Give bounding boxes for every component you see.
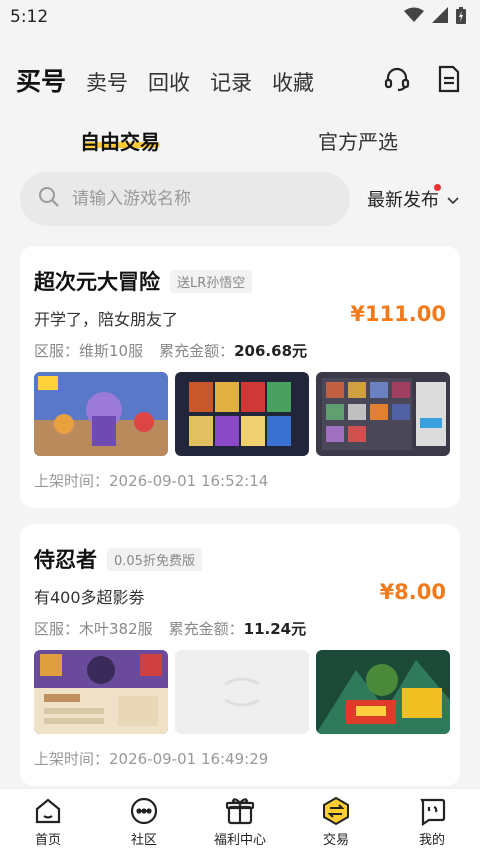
recharge-info: 累充金额：206.68元 (159, 340, 307, 361)
recharge-value: 11.24元 (243, 620, 307, 638)
status-icons (404, 6, 466, 28)
headset-icon[interactable] (382, 64, 412, 94)
status-bar: 5:12 (0, 0, 480, 34)
battery-icon (456, 6, 466, 28)
nav-welfare[interactable]: 福利中心 (192, 789, 288, 853)
listing-time: 上架时间：2026-09-01 16:49:29 (34, 750, 269, 768)
listing-tag: 0.05折免费版 (107, 547, 202, 571)
nav-label: 社区 (130, 832, 157, 848)
listing-title: 超次元大冒险 (34, 270, 160, 294)
nav-label: 福利中心 (213, 832, 266, 848)
card-title-row: 超次元大冒险 送LR孙悟空 (34, 266, 253, 296)
listing-description: 开学了，陪女朋友了 (34, 310, 179, 329)
gift-icon (224, 795, 256, 827)
tab-favorites[interactable]: 收藏 (272, 67, 314, 97)
nav-label: 首页 (34, 832, 61, 848)
listing-meta: 区服：木叶382服 累充金额：11.24元 (34, 618, 306, 639)
top-tabs: 买号 卖号 回收 记录 收藏 (16, 62, 314, 98)
trade-icon (320, 795, 352, 827)
header-actions (382, 64, 464, 94)
card-title-row: 侍忍者 0.05折免费版 (34, 544, 202, 574)
nav-label: 交易 (322, 832, 349, 848)
listing-price: ¥8.00 (379, 580, 446, 604)
screenshot-thumbnail[interactable] (316, 650, 450, 734)
listing-card[interactable]: 超次元大冒险 送LR孙悟空 开学了，陪女朋友了 ¥111.00 区服：维斯10服… (20, 246, 460, 508)
notification-dot (434, 184, 441, 191)
tab-sell[interactable]: 卖号 (86, 67, 128, 97)
tab-buy[interactable]: 买号 (16, 62, 66, 98)
recharge-label: 累充金额： (168, 620, 244, 638)
search-input[interactable] (72, 189, 312, 209)
screenshot-thumbnail[interactable] (34, 650, 168, 734)
wifi-icon (404, 7, 424, 27)
recharge-value: 206.68元 (234, 342, 308, 360)
server-value: 维斯10服 (79, 342, 144, 360)
sub-tabs: 自由交易 官方严选 (0, 108, 480, 170)
screenshot-thumbnail[interactable] (175, 650, 309, 734)
tab-records[interactable]: 记录 (210, 67, 252, 97)
home-icon (32, 795, 64, 827)
chevron-down-icon (447, 190, 459, 209)
listing-screenshots (34, 650, 450, 734)
screenshot-thumbnail[interactable] (34, 372, 168, 456)
bottom-nav: 首页 社区 福利中心 交易 我的 (0, 788, 480, 853)
search-row: 最新发布 (20, 172, 468, 226)
server-info: 区服：维斯10服 (34, 340, 143, 361)
listing-description: 有400多超影劵 (34, 588, 145, 607)
listing-price: ¥111.00 (350, 302, 446, 326)
listing-screenshots (34, 372, 450, 456)
screenshot-thumbnail[interactable] (316, 372, 450, 456)
chat-icon (128, 795, 160, 827)
nav-trade[interactable]: 交易 (288, 789, 384, 853)
nav-community[interactable]: 社区 (96, 789, 192, 853)
status-time: 5:12 (10, 7, 49, 27)
document-icon[interactable] (434, 64, 464, 94)
tab-free-trade[interactable]: 自由交易 (80, 126, 160, 155)
nav-home[interactable]: 首页 (0, 789, 96, 853)
search-box[interactable] (20, 172, 350, 226)
nav-label: 我的 (418, 832, 445, 848)
tab-recycle[interactable]: 回收 (148, 67, 190, 97)
recharge-info: 累充金额：11.24元 (169, 618, 306, 639)
listing-card[interactable]: 侍忍者 0.05折免费版 有400多超影劵 ¥8.00 区服：木叶382服 累充… (20, 524, 460, 786)
search-icon (38, 186, 60, 212)
sort-label: 最新发布 (367, 190, 439, 211)
recharge-label: 累充金额： (159, 342, 235, 360)
signal-icon (432, 7, 448, 27)
profile-icon (416, 795, 448, 827)
server-info: 区服：木叶382服 (34, 618, 153, 639)
tab-official-select[interactable]: 官方严选 (318, 126, 398, 155)
main-content: 自由交易 官方严选 最新发布 超次元大冒险 送LR孙悟空 开学了，陪女朋友了 ¥… (0, 108, 480, 788)
screenshot-thumbnail[interactable] (175, 372, 309, 456)
sort-dropdown[interactable]: 最新发布 (367, 184, 459, 212)
listing-tag: 送LR孙悟空 (170, 269, 253, 293)
listing-meta: 区服：维斯10服 累充金额：206.68元 (34, 340, 307, 361)
listing-title: 侍忍者 (34, 548, 97, 572)
listing-time: 上架时间：2026-09-01 16:52:14 (34, 472, 269, 490)
nav-profile[interactable]: 我的 (384, 789, 480, 853)
server-label: 区服： (34, 342, 80, 360)
server-label: 区服： (34, 620, 80, 638)
server-value: 木叶382服 (79, 620, 153, 638)
